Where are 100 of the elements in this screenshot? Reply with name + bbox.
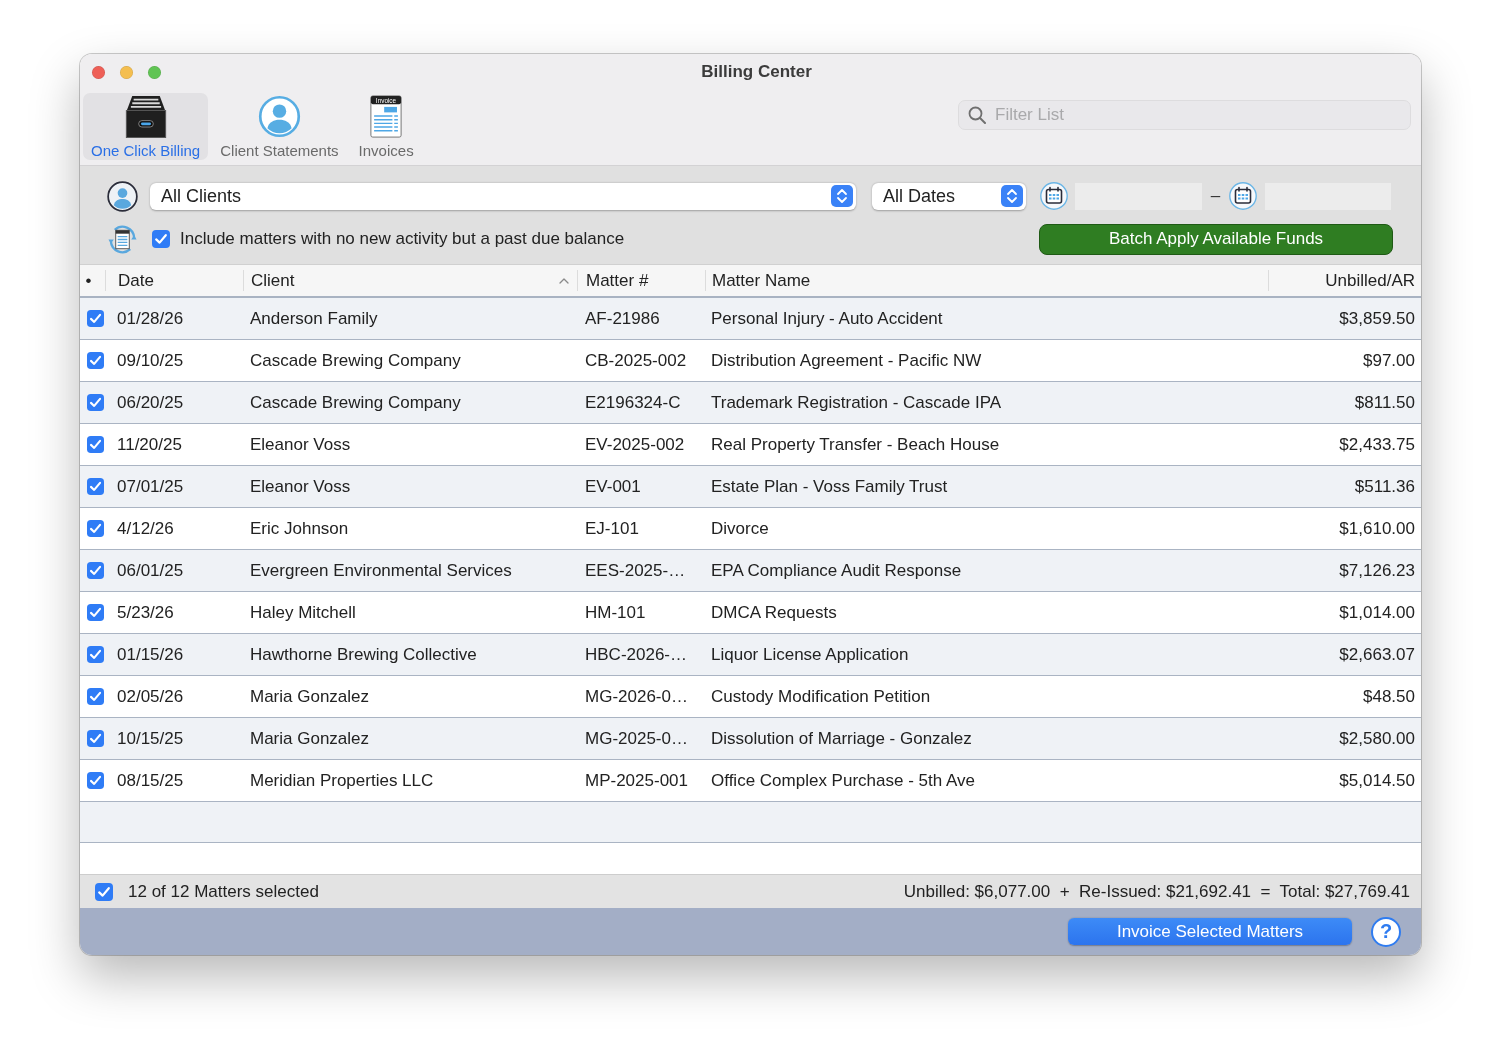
table-cell-text: EV-2025-002 [584,433,686,456]
zoom-icon[interactable] [148,65,161,79]
row-checkbox[interactable] [87,520,104,537]
table-cell-text: 4/12/26 [116,517,175,540]
table-cell-text: Cascade Brewing Company [249,391,462,414]
table-cell-text: 07/01/25 [116,475,185,498]
table-cell-text: EES-2025-… [584,559,687,582]
table-cell-text: $7,126.23 [1338,559,1416,582]
table-cell-text: Hawthorne Brewing Collective [249,643,478,666]
column-header[interactable]: Client [243,265,577,296]
document-refresh-icon [107,223,138,255]
table-cell-text: EJ-101 [584,517,640,540]
table-row[interactable]: 02/05/26 Maria Gonzalez MG-2026-0… Custody Modification Petition $48.50 [80,676,1421,718]
range-dash: – [1209,186,1222,206]
table-cell-text: Custody Modification Petition [710,685,932,708]
table-cell-text: 11/20/25 [116,433,183,456]
table-cell-text: Eleanor Voss [249,475,352,498]
row-checkbox[interactable] [87,310,104,327]
table-cell-text: $2,433.75 [1338,433,1416,456]
person-icon [107,180,138,212]
stepper-icon [1001,185,1023,207]
checkbox-label: Include matters with no new activity but a past due balance [180,229,625,249]
table-cell-text: Estate Plan - Voss Family Trust [710,475,949,498]
table-cell-text: Dissolution of Marriage - Gonzalez [710,727,973,750]
table-cell-text: E2196324-C [584,391,682,414]
selection-count: 12 of 12 Matters selected [128,881,319,902]
table-cell-text: 01/28/26 [116,307,185,330]
table-cell-text: Trademark Registration - Cascade IPA [710,391,1003,414]
table-row[interactable]: 08/15/25 Meridian Properties LLC MP-2025-001 Office Complex Purchase - 5th Ave $5,014.50 [80,760,1421,802]
close-icon[interactable] [92,65,105,79]
row-checkbox[interactable] [87,562,104,579]
table-cell-text: $2,580.00 [1338,727,1416,750]
calendar-icon[interactable] [1229,182,1257,210]
table-row[interactable]: 09/10/25 Cascade Brewing Company CB-2025-002 Distribution Agreement - Pacific NW $97.00 [80,340,1421,382]
table-cell-text: $511.36 [1353,475,1416,498]
table-cell-text: $811.50 [1353,391,1416,414]
table-cell-text: $3,859.50 [1338,307,1416,330]
table-cell-text: $2,663.07 [1338,643,1416,666]
search-icon [968,106,986,124]
table-cell-text: Cascade Brewing Company [249,349,462,372]
row-checkbox[interactable] [87,730,104,747]
table-cell-text: $1,610.00 [1338,517,1416,540]
table-row[interactable]: 01/15/26 Hawthorne Brewing Collective HBC-2026-… Liquor License Application $2,663.07 [80,634,1421,676]
row-checkbox[interactable] [87,478,104,495]
invoice-selected-button[interactable]: Invoice Selected Matters [1068,918,1352,945]
table-cell-text: Distribution Agreement - Pacific NW [710,349,983,372]
row-checkbox[interactable] [87,772,104,789]
checkbox[interactable] [152,230,170,248]
row-checkbox[interactable] [87,352,104,369]
select-all-checkbox[interactable] [95,882,113,901]
table-row[interactable]: 4/12/26 Eric Johnson EJ-101 Divorce $1,610.00 [80,508,1421,550]
table-cell-text: MG-2026-0… [584,685,689,708]
table-row[interactable]: 07/01/25 Eleanor Voss EV-001 Estate Plan - Voss Family Trust $511.36 [80,466,1421,508]
table-row[interactable]: 06/01/25 Evergreen Environmental Services EES-2025-… EPA Compliance Audit Response $7,126.23 [80,550,1421,592]
table-cell-text: 06/20/25 [116,391,185,414]
table-cell-text: Personal Injury - Auto Accident [710,307,944,330]
column-header[interactable]: Date [105,265,243,296]
row-checkbox[interactable] [87,436,104,453]
table-cell-text: Eric Johnson [249,517,350,540]
table-cell-text: Office Complex Purchase - 5th Ave [710,769,976,792]
batch-apply-button[interactable]: Batch Apply Available Funds [1039,223,1393,255]
table-cell-text: MP-2025-001 [584,769,689,792]
table-cell-text: Real Property Transfer - Beach House [710,433,1001,456]
table-cell-text: $97.00 [1362,349,1416,372]
column-header[interactable]: Unbilled/AR [1268,265,1421,296]
row-checkbox[interactable] [87,604,104,621]
table-cell-text: 02/05/26 [116,685,185,708]
table-row[interactable]: 10/15/25 Maria Gonzalez MG-2025-0… Dissolution of Marriage - Gonzalez $2,580.00 [80,718,1421,760]
toolbar-tab[interactable]: One Click Billing [83,93,209,160]
toolbar-tab[interactable]: Client Statements [212,93,347,160]
table-cell-text: 06/01/25 [116,559,185,582]
stepper-icon [831,185,853,207]
table-row[interactable]: 06/20/25 Cascade Brewing Company E2196324-C Trademark Registration - Cascade IPA $811.50 [80,382,1421,424]
table-row[interactable]: 5/23/26 Haley Mitchell HM-101 DMCA Requests $1,014.00 [80,592,1421,634]
date-range-popup[interactable]: All Dates [872,182,1026,210]
row-checkbox[interactable] [87,394,104,411]
client-popup[interactable]: All Clients [150,182,856,210]
table-cell-text: $48.50 [1362,685,1416,708]
totals-summary: Unbilled: $6,077.00 + Re-Issued: $21,692.41 = Total: $27,769.41 [903,881,1410,902]
row-checkbox[interactable] [87,646,104,663]
filter-search-field[interactable]: Filter List [958,100,1411,130]
table-cell-text: Maria Gonzalez [249,685,371,708]
calendar-icon[interactable] [1040,182,1068,210]
help-button[interactable]: ? [1371,916,1401,947]
table-cell-text: 01/15/26 [116,643,185,666]
table-cell-text: EV-001 [584,475,642,498]
table-row[interactable]: 01/28/26 Anderson Family AF-21986 Personal Injury - Auto Accident $3,859.50 [80,298,1421,340]
row-checkbox[interactable] [87,688,104,705]
table-cell-text: 09/10/25 [116,349,185,372]
table-cell-text: HM-101 [584,601,647,624]
column-header[interactable]: Matter # [577,265,705,296]
column-header[interactable]: Matter Name [705,265,1268,296]
table-cell-text: AF-21986 [584,307,661,330]
table-cell-text: Divorce [710,517,770,540]
table-cell-text: DMCA Requests [710,601,838,624]
table-row[interactable]: 11/20/25 Eleanor Voss EV-2025-002 Real Property Transfer - Beach House $2,433.75 [80,424,1421,466]
table-cell-text: Haley Mitchell [249,601,357,624]
column-header[interactable]: • [80,265,105,296]
table-cell-text: 10/15/25 [116,727,185,750]
table-cell-text: HBC-2026-… [584,643,689,666]
